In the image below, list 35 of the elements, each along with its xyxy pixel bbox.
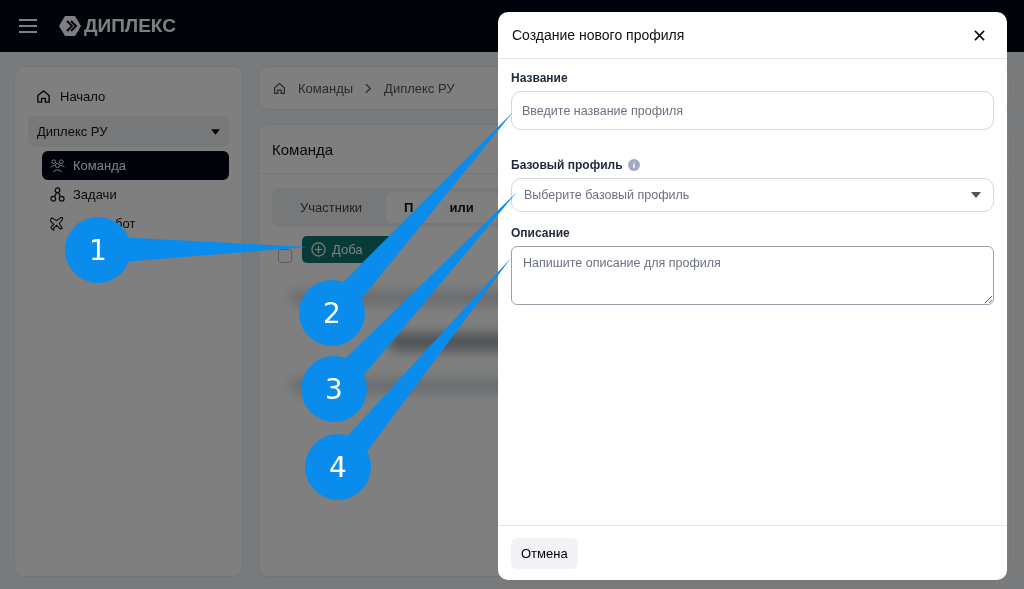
close-icon[interactable]: [974, 29, 985, 41]
field-label: Название: [511, 71, 568, 85]
caret-icon: [971, 192, 981, 198]
plus-circle-icon: [311, 241, 326, 257]
breadcrumb-link[interactable]: Команды: [298, 80, 354, 96]
sidebar-item[interactable]: Задачи: [42, 180, 229, 209]
brand-logo: ДИПЛЕКС: [84, 15, 176, 37]
field-label: Описание: [511, 226, 570, 240]
tab-label: или: [449, 200, 474, 215]
base-profile-select[interactable]: Выберите базовый профиль: [511, 178, 994, 212]
plane-icon: [50, 216, 65, 231]
callout-marker: 3: [301, 356, 367, 422]
cancel-button[interactable]: Отмена: [511, 537, 578, 569]
breadcrumb-link[interactable]: Диплекс РУ: [384, 80, 455, 96]
home-link[interactable]: Начало: [28, 85, 229, 108]
field-label: Базовый профиль: [511, 158, 623, 172]
tab[interactable]: Участники: [276, 192, 387, 223]
menu-icon[interactable]: [19, 19, 37, 33]
info-icon[interactable]: [627, 159, 640, 171]
dialog-title: Создание нового профиля: [512, 27, 685, 43]
callout-marker: 4: [305, 434, 371, 500]
caret-icon: [211, 128, 220, 135]
chevron-right-icon: [365, 82, 373, 94]
callout-marker: 2: [299, 280, 365, 346]
sidebar-item[interactable]: Команда: [42, 151, 229, 180]
home-icon: [36, 89, 51, 104]
name-input[interactable]: Введите название профиля: [511, 91, 994, 130]
home-icon[interactable]: [273, 81, 286, 95]
hexagon-logo-icon: [59, 15, 81, 37]
people-icon: [50, 158, 65, 173]
tab-label: П: [404, 200, 414, 215]
nodes-icon: [50, 187, 65, 202]
team-dropdown[interactable]: Диплекс РУ: [28, 116, 229, 147]
card-title: Команда: [272, 140, 334, 158]
description-textarea[interactable]: Напишите описание для профиля: [511, 246, 994, 305]
